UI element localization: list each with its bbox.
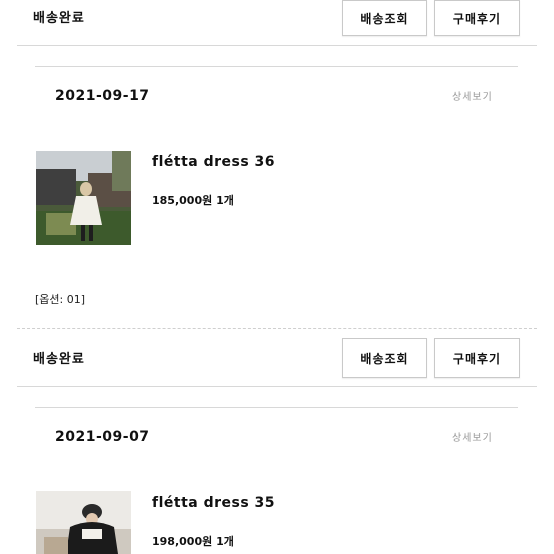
product-name[interactable]: flétta dress 35 [152,495,275,511]
product-thumbnail[interactable] [36,151,131,245]
product-option: [옵션: 01] [35,293,86,306]
product-price: 198,000원 [152,535,213,548]
product-photo [36,491,131,554]
product-photo [36,151,131,245]
detail-link[interactable]: 상세보기 [452,429,493,444]
product-name[interactable]: flétta dress 36 [152,154,275,170]
product-price: 185,000원 [152,194,213,207]
track-delivery-button[interactable]: 배송조회 [342,0,427,36]
divider [17,386,537,387]
divider [17,45,537,46]
product-quantity: 1개 [216,194,234,207]
product-price-row: 198,000원 1개 [152,533,234,549]
detail-link[interactable]: 상세보기 [452,88,493,103]
product-thumbnail[interactable] [36,491,131,554]
track-delivery-button[interactable]: 배송조회 [342,338,427,378]
order-status: 배송완료 [33,11,85,26]
write-review-button[interactable]: 구매후기 [434,338,520,378]
card-top-border [35,66,518,67]
product-price-row: 185,000원 1개 [152,192,234,208]
product-quantity: 1개 [216,535,234,548]
write-review-button[interactable]: 구매후기 [434,0,520,36]
order-separator [17,328,537,329]
card-top-border [35,407,518,408]
order-date: 2021-09-17 [55,88,150,104]
order-status: 배송완료 [33,352,85,367]
order-date: 2021-09-07 [55,429,150,445]
